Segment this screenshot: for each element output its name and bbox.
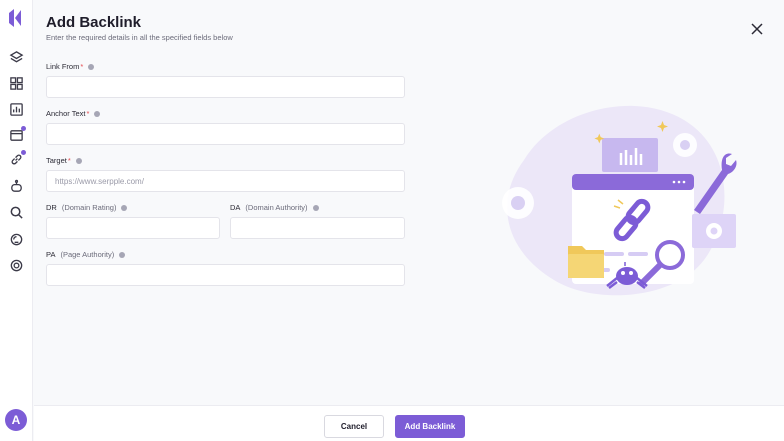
page-subtitle: Enter the required details in all the sp… bbox=[46, 33, 233, 42]
anchor-text-input[interactable] bbox=[46, 123, 405, 145]
search-icon[interactable] bbox=[9, 205, 24, 220]
main-panel: Add Backlink Enter the required details … bbox=[34, 0, 784, 405]
info-icon[interactable] bbox=[121, 204, 128, 211]
da-label: DA (Domain Authority) bbox=[230, 203, 319, 212]
close-icon[interactable] bbox=[750, 22, 764, 36]
settings-icon[interactable] bbox=[9, 258, 24, 273]
chart-icon[interactable] bbox=[9, 102, 24, 117]
pa-label: PA (Page Authority) bbox=[46, 250, 126, 259]
add-backlink-button[interactable]: Add Backlink bbox=[395, 415, 465, 438]
user-avatar[interactable]: A bbox=[5, 409, 27, 431]
pa-input[interactable] bbox=[46, 264, 405, 286]
footer-bar: Cancel Add Backlink bbox=[34, 405, 784, 441]
layers-icon[interactable] bbox=[9, 50, 24, 65]
anchor-text-label: Anchor Text * bbox=[46, 109, 101, 118]
page-title: Add Backlink bbox=[46, 14, 142, 31]
dr-label: DR (Domain Rating) bbox=[46, 203, 128, 212]
backlink-illustration bbox=[502, 105, 737, 296]
link-icon[interactable] bbox=[9, 150, 26, 167]
info-icon[interactable] bbox=[75, 157, 82, 164]
info-icon[interactable] bbox=[88, 63, 95, 70]
info-icon[interactable] bbox=[94, 110, 101, 117]
info-icon[interactable] bbox=[312, 204, 319, 211]
dr-input[interactable] bbox=[46, 217, 220, 239]
browser-icon[interactable] bbox=[9, 126, 26, 143]
cancel-button[interactable]: Cancel bbox=[324, 415, 384, 438]
robot-icon[interactable] bbox=[9, 179, 24, 194]
link-from-input[interactable] bbox=[46, 76, 405, 98]
serpple-logo[interactable] bbox=[9, 9, 23, 27]
globe-icon[interactable] bbox=[9, 232, 24, 247]
notification-dot bbox=[21, 126, 26, 131]
link-from-label: Link From * bbox=[46, 62, 95, 71]
target-input[interactable] bbox=[46, 170, 405, 192]
notification-dot bbox=[21, 150, 26, 155]
da-input[interactable] bbox=[230, 217, 405, 239]
info-icon[interactable] bbox=[119, 251, 126, 258]
sidebar: A bbox=[0, 0, 33, 441]
target-label: Target * bbox=[46, 156, 82, 165]
grid-icon[interactable] bbox=[9, 76, 24, 91]
